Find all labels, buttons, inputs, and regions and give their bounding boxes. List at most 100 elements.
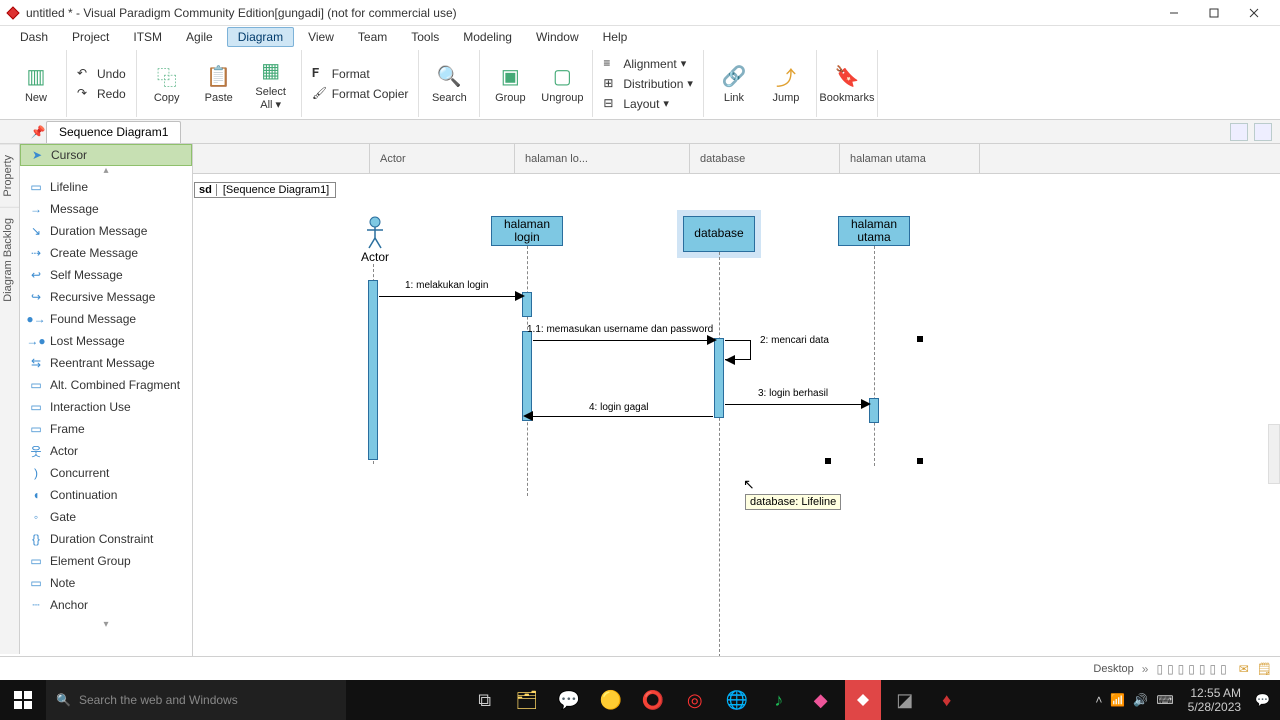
palette-found-message[interactable]: ●→Found Message: [20, 308, 192, 330]
palette-create-message[interactable]: ⇢Create Message: [20, 242, 192, 264]
jump-button[interactable]: ⤴Jump: [762, 58, 810, 108]
actor-lifeline[interactable]: Actor: [361, 216, 389, 264]
chrome-icon[interactable]: 🟡: [593, 680, 629, 720]
palette-actor[interactable]: 웃Actor: [20, 440, 192, 462]
redo-button[interactable]: ↷Redo: [73, 85, 130, 103]
database-lifeline[interactable]: database: [683, 216, 755, 252]
palette-cursor[interactable]: ➤Cursor: [20, 144, 192, 166]
task-view-icon[interactable]: ⧉: [467, 680, 503, 720]
menu-team[interactable]: Team: [348, 28, 397, 46]
app11-icon[interactable]: ♦: [929, 680, 965, 720]
sd-frame-label[interactable]: sd [Sequence Diagram1]: [194, 182, 336, 198]
line-icon[interactable]: 💬: [551, 680, 587, 720]
palette-duration-message[interactable]: ↘Duration Message: [20, 220, 192, 242]
close-button[interactable]: [1234, 0, 1274, 26]
hu-lifeline-dash[interactable]: [874, 246, 875, 466]
menu-diagram[interactable]: Diagram: [227, 27, 294, 47]
sel-handle[interactable]: [917, 458, 923, 464]
palette-gate[interactable]: ◦Gate: [20, 506, 192, 528]
bookmarks-button[interactable]: 🔖Bookmarks: [823, 58, 871, 108]
msg1-line[interactable]: [379, 296, 519, 297]
db-lifeline-dash[interactable]: [719, 252, 720, 662]
msg2-label[interactable]: 2: mencari data: [760, 335, 829, 346]
palette-lost-message[interactable]: →●Lost Message: [20, 330, 192, 352]
file-explorer-icon[interactable]: 🗂: [509, 680, 545, 720]
palette-element-group[interactable]: ▭Element Group: [20, 550, 192, 572]
actor-activation[interactable]: [368, 280, 378, 460]
msg3-line[interactable]: [725, 404, 865, 405]
format-copier-button[interactable]: 🖌Format Copier: [308, 85, 413, 103]
menu-tools[interactable]: Tools: [401, 28, 449, 46]
layout-button[interactable]: ⊟Layout ▾: [599, 95, 697, 113]
new-button[interactable]: ▥ New: [12, 58, 60, 108]
note-icon[interactable]: 🗒: [1257, 662, 1272, 676]
sel-handle[interactable]: [917, 336, 923, 342]
undo-button[interactable]: ↶Undo: [73, 65, 130, 83]
palette-alt-combined-fragment[interactable]: ▭Alt. Combined Fragment: [20, 374, 192, 396]
palette-duration-constraint[interactable]: {}Duration Constraint: [20, 528, 192, 550]
msg1_1-label[interactable]: 1.1: memasukan username dan password: [527, 324, 713, 335]
copy-button[interactable]: ⿻Copy: [143, 58, 191, 108]
palette-reentrant-message[interactable]: ⇆Reentrant Message: [20, 352, 192, 374]
menu-project[interactable]: Project: [62, 28, 119, 46]
palette-lifeline[interactable]: ▭Lifeline: [20, 176, 192, 198]
lane-halaman-login[interactable]: halaman lo...: [515, 144, 690, 173]
opera-icon[interactable]: ⭕: [635, 680, 671, 720]
wifi-icon[interactable]: 📶: [1110, 693, 1125, 707]
search-button[interactable]: 🔍Search: [425, 58, 473, 108]
opera-gx-icon[interactable]: ◎: [677, 680, 713, 720]
tray-chevron-icon[interactable]: ˄: [1095, 693, 1102, 707]
visual-paradigm-icon[interactable]: [845, 680, 881, 720]
palette-continuation[interactable]: ◖Continuation: [20, 484, 192, 506]
maximize-button[interactable]: [1194, 0, 1234, 26]
volume-icon[interactable]: 🔊: [1133, 693, 1148, 707]
palette-anchor[interactable]: ┈Anchor: [20, 594, 192, 616]
msg1-label[interactable]: 1: melakukan login: [405, 280, 488, 291]
palette-message[interactable]: →Message: [20, 198, 192, 220]
app10-icon[interactable]: ◪: [887, 680, 923, 720]
document-tab[interactable]: Sequence Diagram1: [46, 121, 181, 143]
halaman-utama-lifeline[interactable]: halaman utama: [838, 216, 910, 246]
group-button[interactable]: ▣Group: [486, 58, 534, 108]
chevron-icon[interactable]: »: [1142, 662, 1149, 676]
scroll-thumb[interactable]: [1268, 424, 1280, 484]
menu-modeling[interactable]: Modeling: [453, 28, 522, 46]
app8-icon[interactable]: ◆: [803, 680, 839, 720]
msg3-label[interactable]: 3: login berhasil: [758, 388, 828, 399]
lane-halaman-utama[interactable]: halaman utama: [840, 144, 980, 173]
db-activation[interactable]: [714, 338, 724, 418]
notifications-icon[interactable]: 💬: [1255, 693, 1270, 707]
menu-window[interactable]: Window: [526, 28, 589, 46]
pin-icon[interactable]: 📌: [30, 120, 46, 144]
palette-note[interactable]: ▭Note: [20, 572, 192, 594]
tab-list-icon[interactable]: [1254, 123, 1272, 141]
msg4-label[interactable]: 4: login gagal: [589, 402, 649, 413]
menu-view[interactable]: View: [298, 28, 344, 46]
start-button[interactable]: [0, 680, 46, 720]
lane-actor[interactable]: Actor: [370, 144, 515, 173]
link-button[interactable]: 🔗Link: [710, 58, 758, 108]
msg1_1-line[interactable]: [533, 340, 711, 341]
paste-button[interactable]: 📋Paste: [195, 58, 243, 108]
lang-icon[interactable]: ⌨: [1156, 693, 1173, 707]
ungroup-button[interactable]: ▢Ungroup: [538, 58, 586, 108]
halaman-login-lifeline[interactable]: halaman login: [491, 216, 563, 246]
hl-activation2[interactable]: [522, 331, 532, 421]
alignment-button[interactable]: ≡Alignment ▾: [599, 55, 697, 73]
vtab-property[interactable]: Property: [0, 144, 19, 207]
taskbar-search[interactable]: 🔍 Search the web and Windows: [46, 680, 346, 720]
palette-arrow-up[interactable]: ▴: [20, 166, 192, 176]
format-button[interactable]: 𝐅Format: [308, 65, 413, 83]
diagram[interactable]: Actor halaman login database halaman uta…: [193, 198, 1280, 680]
sel-handle[interactable]: [825, 458, 831, 464]
select-all-button[interactable]: ▦Select All ▾: [247, 52, 295, 114]
mail-icon[interactable]: ✉: [1239, 662, 1249, 676]
palette-concurrent[interactable]: )Concurrent: [20, 462, 192, 484]
canvas[interactable]: Actor halaman lo... database halaman uta…: [193, 144, 1280, 680]
taskbar-clock[interactable]: 12:55 AM 5/28/2023: [1182, 686, 1247, 715]
menu-help[interactable]: Help: [593, 28, 638, 46]
palette-self-message[interactable]: ↩Self Message: [20, 264, 192, 286]
palette-frame[interactable]: ▭Frame: [20, 418, 192, 440]
minimize-button[interactable]: [1154, 0, 1194, 26]
menu-itsm[interactable]: ITSM: [123, 28, 172, 46]
